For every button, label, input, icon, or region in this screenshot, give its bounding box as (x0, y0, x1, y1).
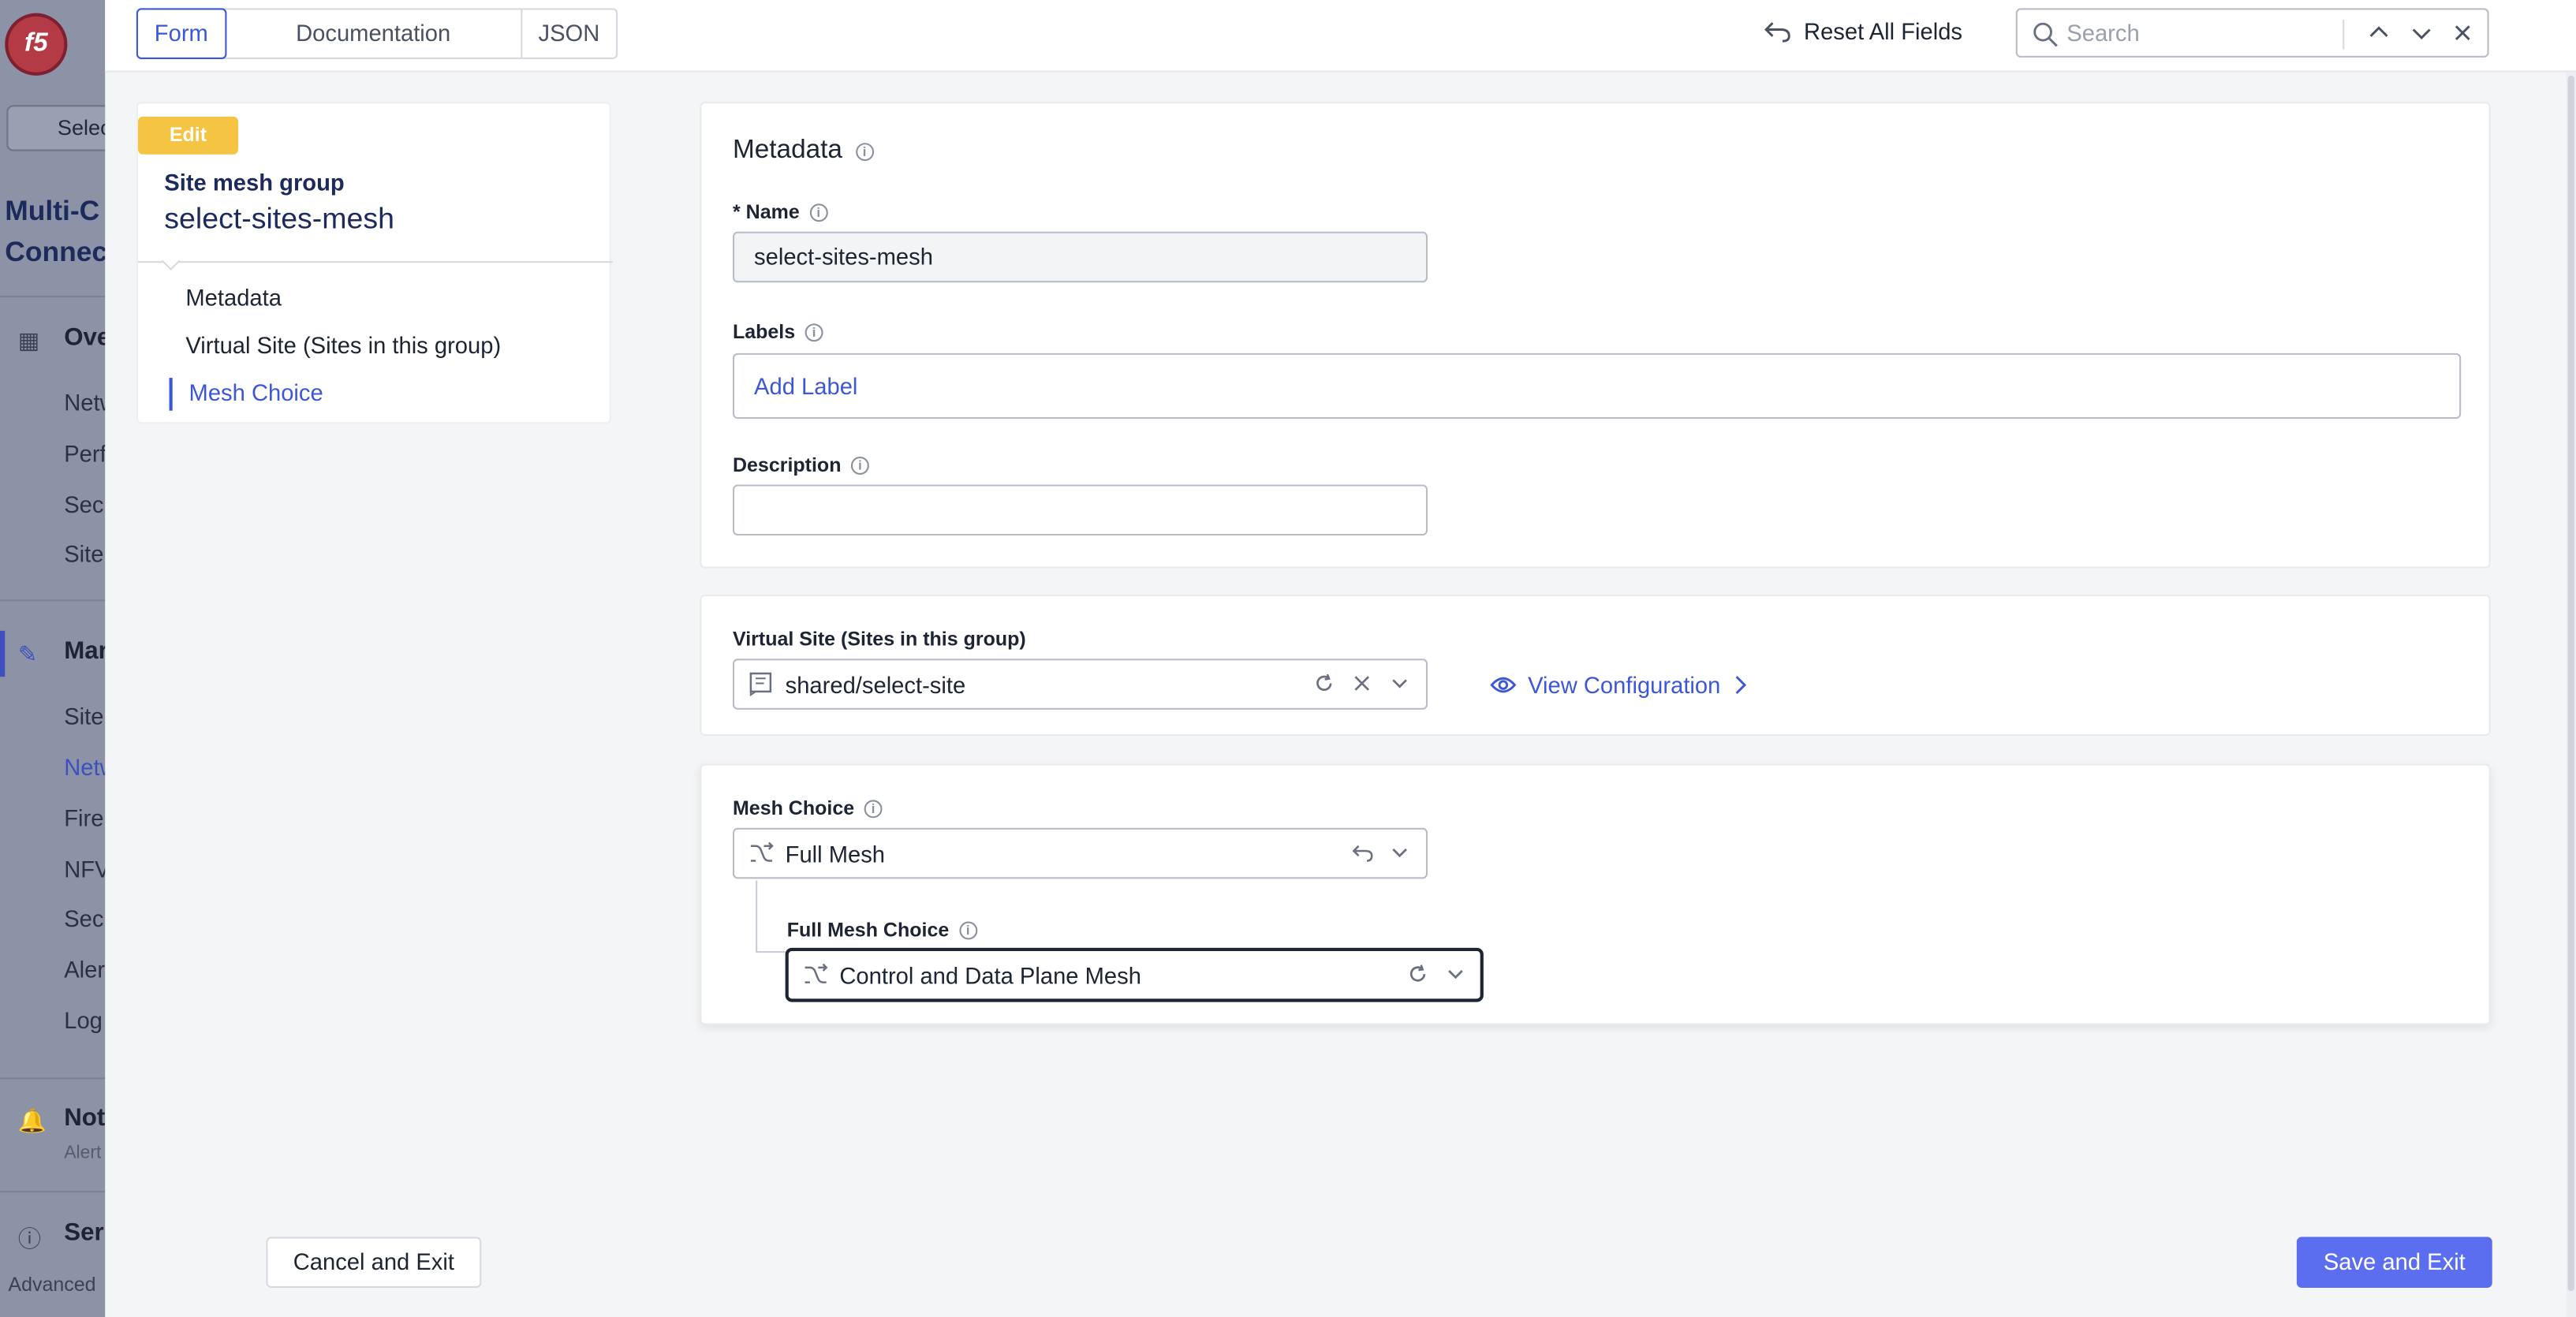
nav-link-virtual-site[interactable]: Virtual Site (Sites in this group) (185, 332, 501, 358)
bg-nav-item: Site (64, 540, 104, 567)
mesh-choice-select[interactable]: Full Mesh (732, 827, 1428, 879)
undo-icon[interactable] (1352, 843, 1373, 863)
mesh-choice-label: Mesh Choice i (733, 797, 883, 819)
virtual-site-value: shared/select-site (785, 671, 966, 699)
active-indicator (169, 378, 173, 411)
object-kind: Site mesh group (164, 169, 345, 196)
info-icon[interactable]: i (855, 142, 874, 161)
eye-icon (1490, 677, 1517, 693)
nav-link-metadata[interactable]: Metadata (185, 284, 282, 310)
info-icon[interactable]: i (805, 323, 823, 341)
bg-nav-item: Netw (64, 389, 105, 416)
object-name: select-sites-mesh (164, 202, 394, 235)
refresh-icon[interactable] (1314, 673, 1334, 693)
chevron-down-icon[interactable] (1390, 673, 1409, 693)
name-label: * Name i (733, 200, 828, 223)
view-configuration-link[interactable]: View Configuration (1490, 672, 1749, 698)
metadata-title: Metadata i (733, 136, 874, 166)
workspace-selector: Selec (6, 105, 106, 151)
labels-label: Labels i (733, 320, 823, 343)
bg-nav-item: Perf (64, 440, 106, 467)
tab-documentation[interactable]: Documentation (226, 9, 522, 58)
undo-icon (1764, 22, 1790, 43)
bg-nav-item: Fire (64, 804, 104, 831)
search-icon (2033, 22, 2058, 47)
edit-form-panel: Form Documentation JSON Reset All Fields… (105, 0, 2576, 1317)
full-mesh-choice-select[interactable]: Control and Data Plane Mesh (785, 947, 1484, 1002)
search-field[interactable] (2015, 8, 2489, 58)
bg-nav-item: Sec (64, 491, 104, 518)
virtual-site-section: Virtual Site (Sites in this group) share… (700, 595, 2491, 737)
chevron-down-icon[interactable] (2409, 20, 2435, 46)
close-icon[interactable] (2450, 20, 2476, 46)
edit-badge: Edit (137, 116, 239, 155)
bg-nav-item: Aler (64, 956, 106, 983)
search-input[interactable] (2066, 14, 2330, 51)
save-and-exit-button[interactable]: Save and Exit (2296, 1237, 2492, 1288)
info-icon[interactable]: i (809, 203, 828, 222)
document-icon (749, 672, 772, 697)
background-app: f5 Selec Multi-C Connec ▦ Ove Netw Perf … (0, 0, 106, 1317)
virtual-site-select[interactable]: shared/select-site (732, 658, 1428, 710)
chevron-down-icon[interactable] (1390, 843, 1409, 863)
bg-sub-label: Alert (64, 1143, 102, 1163)
chevron-up-icon[interactable] (2365, 20, 2391, 46)
bg-nav-item-active: Netw (64, 754, 105, 781)
info-icon[interactable]: i (958, 920, 977, 939)
info-icon[interactable]: i (850, 456, 869, 474)
cancel-and-exit-button[interactable]: Cancel and Exit (266, 1237, 482, 1288)
info-icon[interactable]: i (864, 799, 883, 818)
refresh-icon[interactable] (1408, 964, 1428, 984)
mesh-choice-value: Full Mesh (785, 841, 886, 867)
f5-logo: f5 (5, 13, 68, 76)
description-label: Description i (733, 453, 869, 476)
bg-nav-item: Sec (64, 905, 104, 932)
dashboard-icon: ▦ (17, 326, 40, 353)
add-label-input[interactable]: Add Label (732, 353, 2462, 420)
tab-form[interactable]: Form (136, 8, 226, 59)
bg-nav-item: Log (64, 1006, 103, 1034)
view-tabs: Form Documentation JSON (136, 8, 618, 59)
form-nav-card: Edit Site mesh group select-sites-mesh M… (136, 102, 613, 424)
wrench-icon: ✎ (17, 640, 38, 667)
name-field[interactable]: select-sites-mesh (732, 231, 1428, 283)
chevron-down-icon[interactable] (1446, 964, 1465, 984)
nav-link-mesh-choice[interactable]: Mesh Choice (189, 379, 323, 405)
scrollbar[interactable] (2566, 72, 2576, 1317)
metadata-section: Metadata i * Name i select-sites-mesh Labe… (700, 102, 2491, 569)
branch-icon (750, 841, 774, 862)
tab-json[interactable]: JSON (522, 9, 616, 57)
form-toolbar: Form Documentation JSON Reset All Fields (105, 0, 2576, 73)
app-title: Multi-C Connec (5, 195, 106, 268)
clear-icon[interactable] (1352, 673, 1372, 693)
full-mesh-choice-label: Full Mesh Choice i (787, 918, 977, 942)
advanced-link: Advanced (8, 1273, 96, 1296)
bg-nav-item: Site (64, 703, 104, 729)
full-mesh-choice-value: Control and Data Plane Mesh (839, 962, 1141, 989)
description-field[interactable] (732, 484, 1428, 536)
reset-label: Reset All Fields (1804, 17, 1962, 45)
chevron-right-icon (1736, 676, 1747, 695)
bg-nav-item: NFV (64, 856, 105, 882)
info-circle-icon: ⓘ (17, 1225, 42, 1252)
virtual-site-label: Virtual Site (Sites in this group) (732, 627, 1026, 651)
mesh-choice-section: Mesh Choice i Full Mesh Full Mesh Choice i… (700, 763, 2491, 1025)
bell-icon: 🔔 (17, 1106, 47, 1134)
branch-icon (805, 963, 828, 983)
reset-all-fields-button[interactable]: Reset All Fields (1764, 18, 1962, 44)
